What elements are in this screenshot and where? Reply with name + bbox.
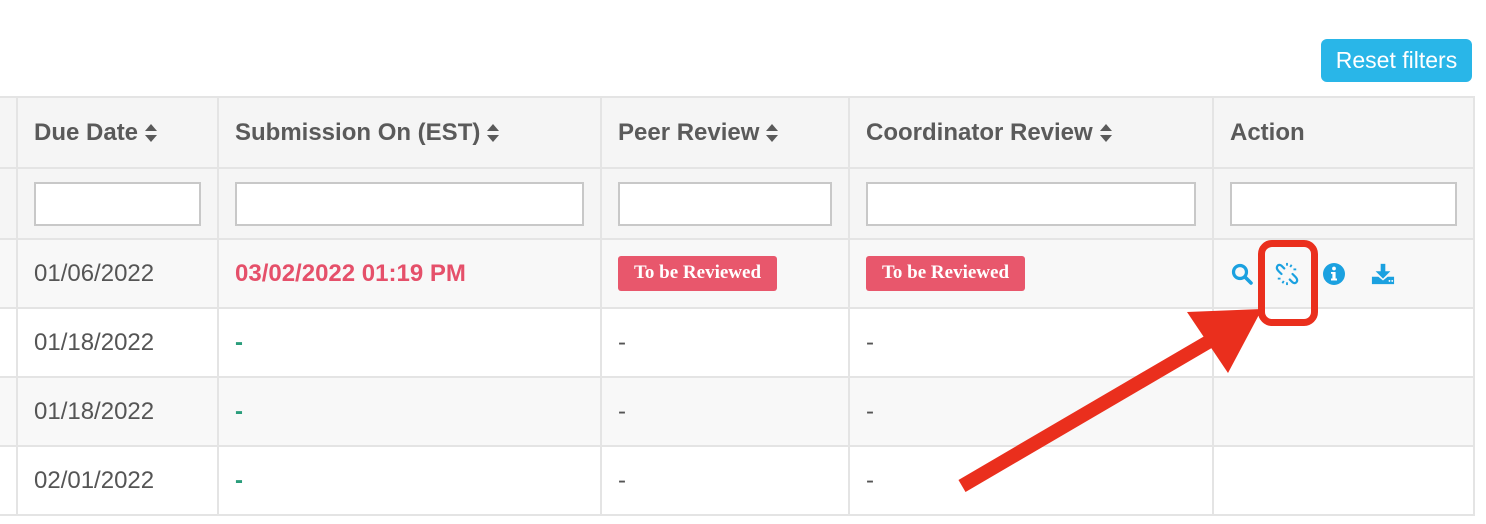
column-header-previous xyxy=(0,96,18,169)
filter-cell xyxy=(600,167,850,240)
due-date-cell: 01/06/2022 xyxy=(16,238,219,309)
peer-review-filter-input[interactable] xyxy=(618,181,832,226)
header-row: Due Date Submission On (EST) Peer Review… xyxy=(0,96,1475,169)
search-icon[interactable] xyxy=(1230,261,1254,287)
table-row: 01/18/2022 - - - xyxy=(0,307,1475,378)
column-header-action: Action xyxy=(1212,96,1475,169)
action-cell xyxy=(1212,307,1475,378)
column-header-due-date[interactable]: Due Date xyxy=(16,96,219,169)
action-cell xyxy=(1212,376,1475,447)
coordinator-review-cell: - xyxy=(848,376,1214,447)
action-filter-input[interactable] xyxy=(1230,181,1457,226)
table-row: 01/18/2022 - - - xyxy=(0,376,1475,447)
download-icon[interactable] xyxy=(1371,261,1395,287)
action-icons xyxy=(1230,261,1472,287)
coordinator-review-cell: To be Reviewed xyxy=(848,238,1214,309)
action-cell xyxy=(1212,445,1475,516)
status-badge: To be Reviewed xyxy=(866,256,1026,291)
sort-icon[interactable] xyxy=(765,123,779,143)
submission-datetime: - xyxy=(235,397,243,425)
submissions-table: Due Date Submission On (EST) Peer Review… xyxy=(0,96,1475,516)
submission-on-filter-input[interactable] xyxy=(235,181,584,226)
unlink-icon[interactable] xyxy=(1275,261,1299,287)
column-label: Action xyxy=(1230,118,1305,146)
info-icon[interactable] xyxy=(1322,261,1346,287)
due-date-cell: 02/01/2022 xyxy=(16,445,219,516)
filter-cell xyxy=(16,167,219,240)
submission-datetime: 03/02/2022 01:19 PM xyxy=(235,259,466,287)
column-label: Peer Review xyxy=(618,118,760,146)
table-cell xyxy=(0,307,18,378)
submission-on-cell: 03/02/2022 01:19 PM xyxy=(217,238,602,309)
sort-icon[interactable] xyxy=(144,123,158,143)
due-date-filter-input[interactable] xyxy=(34,181,201,226)
coordinator-review-cell: - xyxy=(848,445,1214,516)
filter-cell xyxy=(1212,167,1475,240)
peer-review-cell: - xyxy=(600,376,850,447)
table-row: 02/01/2022 - - - xyxy=(0,445,1475,516)
sort-icon[interactable] xyxy=(486,123,500,143)
peer-review-cell: To be Reviewed xyxy=(600,238,850,309)
table-cell xyxy=(0,238,18,309)
submission-on-cell: - xyxy=(217,445,602,516)
column-label: Coordinator Review xyxy=(866,118,1093,146)
column-header-coordinator-review[interactable]: Coordinator Review xyxy=(848,96,1214,169)
column-header-submission-on[interactable]: Submission On (EST) xyxy=(217,96,602,169)
table-cell xyxy=(0,445,18,516)
submission-on-cell: - xyxy=(217,307,602,378)
reset-filters-button[interactable]: Reset filters xyxy=(1321,39,1472,82)
submission-on-cell: - xyxy=(217,376,602,447)
column-label: Due Date xyxy=(34,118,139,146)
sort-icon[interactable] xyxy=(1099,123,1113,143)
due-date-cell: 01/18/2022 xyxy=(16,307,219,378)
filter-row xyxy=(0,167,1475,240)
status-badge: To be Reviewed xyxy=(618,256,778,291)
table-cell xyxy=(0,376,18,447)
peer-review-cell: - xyxy=(600,307,850,378)
column-header-peer-review[interactable]: Peer Review xyxy=(600,96,850,169)
coordinator-review-filter-input[interactable] xyxy=(866,181,1196,226)
due-date-cell: 01/18/2022 xyxy=(16,376,219,447)
filter-cell xyxy=(0,167,18,240)
coordinator-review-cell: - xyxy=(848,307,1214,378)
filter-cell xyxy=(217,167,602,240)
submission-datetime: - xyxy=(235,466,243,494)
action-cell xyxy=(1212,238,1475,309)
peer-review-cell: - xyxy=(600,445,850,516)
submission-datetime: - xyxy=(235,328,243,356)
table-row: 01/06/2022 03/02/2022 01:19 PM To be Rev… xyxy=(0,238,1475,309)
filter-cell xyxy=(848,167,1214,240)
column-label: Submission On (EST) xyxy=(235,118,481,146)
